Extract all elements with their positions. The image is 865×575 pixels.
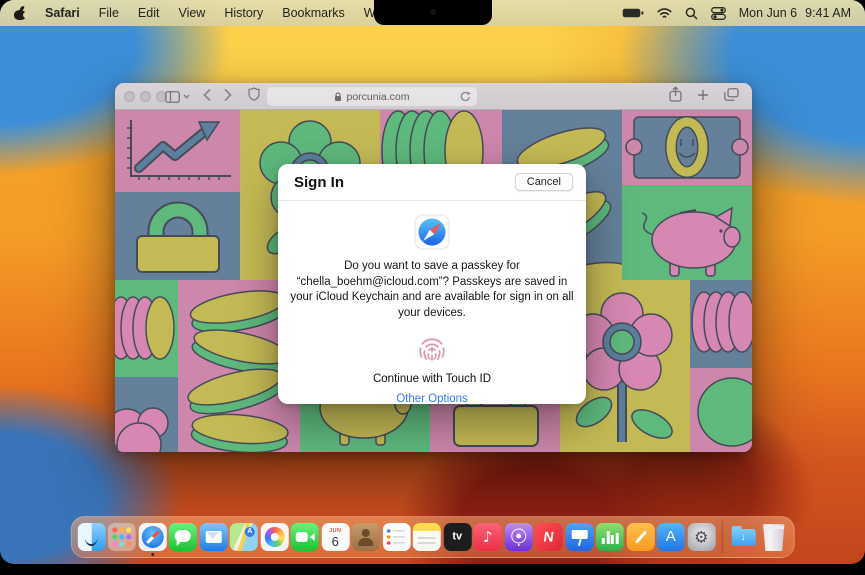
camera-notch — [373, 0, 492, 25]
dock-icon-messages[interactable] — [168, 523, 197, 551]
dock-icon-app-store[interactable] — [656, 523, 685, 551]
dock-icon-numbers[interactable] — [595, 523, 624, 551]
dock-icon-reminders[interactable] — [382, 523, 411, 551]
minimize-button[interactable] — [140, 91, 151, 102]
running-indicator — [150, 553, 154, 556]
battery-icon[interactable] — [622, 7, 644, 19]
cancel-button[interactable]: Cancel — [514, 173, 573, 191]
search-icon[interactable] — [685, 7, 698, 20]
url-text: porcunia.com — [346, 90, 410, 103]
dock-icon-notes[interactable] — [412, 523, 441, 551]
menu-clock[interactable]: Mon Jun 6 9:41 AM — [739, 6, 851, 20]
privacy-shield-icon[interactable] — [248, 87, 260, 106]
clock-time: 9:41 AM — [805, 6, 851, 20]
wifi-icon[interactable] — [657, 7, 672, 19]
dialog-title: Sign In — [294, 174, 344, 191]
dock-icon-mail[interactable] — [199, 523, 228, 551]
dialog-divider — [278, 200, 586, 201]
sidebar-toggle-icon[interactable] — [165, 90, 190, 103]
control-center-icon[interactable] — [710, 6, 726, 20]
dock-icon-maps[interactable] — [229, 523, 258, 551]
share-icon[interactable] — [669, 86, 682, 107]
dock-icon-launchpad[interactable] — [107, 523, 136, 551]
clock-date: Mon Jun 6 — [738, 6, 798, 20]
new-tab-icon[interactable] — [697, 88, 709, 106]
safari-toolbar: porcunia.com — [115, 83, 752, 110]
menu-edit[interactable]: Edit — [138, 6, 160, 20]
reload-icon[interactable] — [460, 91, 471, 105]
dock-icon-news[interactable] — [534, 523, 563, 551]
dock-icon-trash[interactable] — [763, 524, 785, 551]
dock-icon-safari[interactable] — [138, 523, 167, 556]
dock-icon-pages[interactable] — [626, 523, 655, 551]
dock-icon-finder[interactable] — [77, 523, 106, 551]
menu-file[interactable]: File — [99, 6, 119, 20]
dock-icon-downloads[interactable] — [729, 523, 757, 551]
touch-id-icon — [416, 334, 448, 366]
dock-icon-photos[interactable] — [260, 523, 289, 551]
dock-divider — [721, 521, 723, 553]
address-bar[interactable]: porcunia.com — [267, 87, 477, 106]
camera-dot — [429, 9, 436, 15]
dock-icon-facetime[interactable] — [290, 523, 319, 551]
traffic-lights — [124, 91, 167, 102]
touch-id-label: Continue with Touch ID — [372, 373, 492, 385]
back-button[interactable] — [203, 88, 211, 106]
tab-overview-icon[interactable] — [724, 87, 739, 106]
forward-button[interactable] — [224, 88, 232, 106]
menu-view[interactable]: View — [178, 6, 205, 20]
chevron-down-icon — [183, 94, 190, 99]
safari-app-icon — [414, 214, 450, 250]
dialog-message: Do you want to save a passkey for “chell… — [290, 260, 574, 319]
desktop: SafariFileEditViewHistoryBookmarksWindow… — [0, 0, 865, 564]
dock-icon-music[interactable] — [473, 523, 502, 551]
dock-icon-settings[interactable] — [687, 523, 716, 551]
lock-icon — [335, 91, 342, 101]
menu-history[interactable]: History — [224, 6, 263, 20]
dock-icon-keynote[interactable] — [565, 523, 594, 551]
menu-bookmarks[interactable]: Bookmarks — [282, 6, 345, 20]
dock-icon-contacts[interactable] — [351, 523, 380, 551]
dock-icon-calendar[interactable]: JUN 6 — [321, 523, 350, 551]
dock: JUN6 — [70, 516, 795, 558]
close-button[interactable] — [124, 91, 135, 102]
passkey-dialog: Sign In Cancel Do you want to save a pas… — [278, 164, 586, 405]
other-options-link[interactable]: Other Options — [278, 393, 586, 405]
dock-icon-podcasts[interactable] — [504, 523, 533, 551]
dock-icon-tv[interactable] — [443, 523, 472, 551]
menu-safari[interactable]: Safari — [45, 6, 80, 20]
apple-menu-icon[interactable] — [14, 5, 29, 20]
